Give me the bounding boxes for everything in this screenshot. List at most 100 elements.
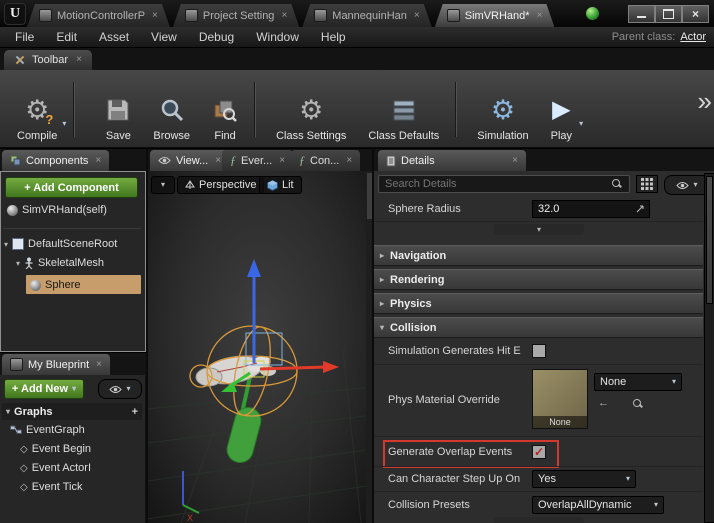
tree-item-scene-root[interactable]: DefaultSceneRoot [4, 238, 117, 250]
expander-icon[interactable] [16, 259, 20, 268]
menu-file[interactable]: File [4, 28, 45, 46]
toolbar-tab[interactable]: Toolbar [4, 50, 92, 70]
viewport-options-button[interactable] [151, 176, 175, 194]
menu-help[interactable]: Help [310, 28, 357, 46]
search-details-input[interactable] [378, 175, 630, 193]
list-item-eventgraph[interactable]: EventGraph [10, 424, 85, 436]
category-collision[interactable]: Collision [374, 317, 703, 338]
tree-item-self[interactable]: SimVRHand(self) [7, 204, 107, 216]
row-divider [374, 436, 703, 437]
tab-components[interactable]: Components [2, 150, 110, 171]
play-dropdown-icon[interactable] [579, 120, 583, 145]
details-scrollbar-thumb[interactable] [706, 176, 713, 304]
asset-tab-motioncontroller[interactable]: MotionControllerP [27, 4, 170, 27]
chevron-down-icon [626, 475, 630, 483]
event-graph-icon [10, 425, 22, 434]
add-new-button[interactable]: + Add New [4, 379, 84, 399]
use-selected-asset-icon[interactable]: ← [598, 397, 609, 409]
skeletal-mesh-icon [25, 257, 33, 269]
menu-debug[interactable]: Debug [188, 28, 245, 46]
overlap-label: Generate Overlap Events [388, 446, 513, 458]
list-item-event-tick[interactable]: Event Tick [20, 481, 83, 493]
step-up-dropdown[interactable]: Yes [532, 470, 636, 488]
splitter[interactable] [372, 148, 374, 523]
class-defaults-button[interactable]: Class Defaults [357, 74, 450, 145]
lit-mode-button[interactable]: Lit [259, 176, 302, 194]
class-defaults-icon [393, 100, 415, 121]
advanced-expander[interactable] [494, 224, 584, 235]
minimize-button[interactable] [628, 5, 655, 23]
list-item-event-actor[interactable]: Event ActorI [20, 462, 91, 474]
tab-my-blueprint[interactable]: My Blueprint [2, 354, 110, 375]
viewport-3d-scene[interactable]: X [147, 171, 373, 523]
toolbar: Compile Save Browse [0, 70, 714, 148]
tree-item-skeletal-mesh[interactable]: SkeletalMesh [16, 257, 104, 269]
sim-hit-checkbox[interactable] [532, 344, 546, 358]
expander-icon[interactable] [4, 240, 8, 249]
check-icon: ✓ [533, 445, 545, 459]
section-expander[interactable] [494, 517, 584, 523]
asset-tab-simvrhand[interactable]: SimVRHand* [435, 4, 555, 27]
details-panel: Sphere Radius 32.0 Navigation Rendering … [373, 148, 714, 523]
viewport-canvas[interactable]: X Perspective Lit [147, 171, 373, 523]
close-icon[interactable] [414, 11, 420, 21]
collision-presets-dropdown[interactable]: OverlapAllDynamic [532, 496, 664, 514]
graphs-section-header[interactable]: Graphs + [2, 403, 142, 420]
list-item-event-begin[interactable]: Event Begin [20, 443, 91, 455]
add-graph-icon[interactable]: + [132, 406, 138, 418]
close-icon[interactable] [152, 11, 158, 21]
menu-window[interactable]: Window [245, 28, 310, 46]
tree-item-label: SkeletalMesh [38, 257, 105, 269]
save-button[interactable]: Save [94, 74, 142, 145]
chevron-down-icon [161, 181, 165, 189]
source-control-icon[interactable] [586, 7, 599, 20]
close-icon[interactable] [537, 11, 543, 21]
overlap-checkbox[interactable]: ✓ [532, 445, 546, 459]
asset-tab-project-settings[interactable]: Project Setting [173, 4, 299, 27]
category-navigation[interactable]: Navigation [374, 245, 703, 266]
sphere-radius-field[interactable]: 32.0 [532, 200, 650, 218]
expander-icon [380, 323, 384, 332]
compile-dropdown-icon[interactable] [62, 120, 66, 145]
browse-button[interactable]: Browse [142, 74, 201, 145]
find-button[interactable]: Find [201, 74, 249, 145]
play-button[interactable]: Play [540, 74, 583, 145]
compile-button[interactable]: Compile [6, 74, 68, 145]
close-button[interactable] [682, 5, 709, 23]
tree-item-sphere-selected[interactable]: Sphere [26, 275, 141, 294]
unreal-logo-icon: U [4, 3, 26, 25]
menu-view[interactable]: View [140, 28, 188, 46]
phys-material-dropdown[interactable]: None [594, 373, 682, 391]
visibility-filter-button[interactable] [98, 379, 142, 399]
phys-material-thumbnail[interactable]: None [532, 369, 588, 429]
close-icon[interactable] [96, 360, 102, 370]
category-physics[interactable]: Physics [374, 293, 703, 314]
sim-hit-label: Simulation Generates Hit E [388, 345, 521, 357]
browse-asset-icon[interactable] [633, 399, 644, 409]
asset-tab-mannequinhand[interactable]: MannequinHan [302, 4, 431, 27]
menu-asset[interactable]: Asset [88, 28, 140, 46]
category-rendering[interactable]: Rendering [374, 269, 703, 290]
expander-icon[interactable] [6, 407, 10, 416]
parent-class-link[interactable]: Actor [680, 31, 706, 43]
drag-corner-icon[interactable] [636, 205, 644, 213]
tab-components-label: Components [26, 154, 89, 167]
tree-item-label: SimVRHand(self) [22, 204, 107, 216]
close-icon[interactable] [95, 156, 101, 166]
details-scrollbar[interactable] [704, 173, 714, 523]
close-icon[interactable] [76, 55, 82, 65]
splitter[interactable] [146, 148, 148, 523]
toolbar-tab-label: Toolbar [32, 54, 69, 66]
add-component-button[interactable]: + Add Component [5, 177, 138, 198]
browse-label: Browse [153, 130, 191, 142]
class-settings-button[interactable]: Class Settings [265, 74, 357, 145]
close-icon[interactable] [281, 11, 287, 21]
display-mode-button[interactable] [636, 175, 658, 193]
maximize-button[interactable] [655, 5, 682, 23]
perspective-button[interactable]: Perspective [177, 176, 265, 194]
browse-icon [161, 99, 183, 122]
menu-edit[interactable]: Edit [45, 28, 88, 46]
toolbar-overflow-icon[interactable] [698, 86, 708, 117]
simulation-button[interactable]: Simulation [466, 74, 539, 145]
components-icon [10, 155, 21, 166]
